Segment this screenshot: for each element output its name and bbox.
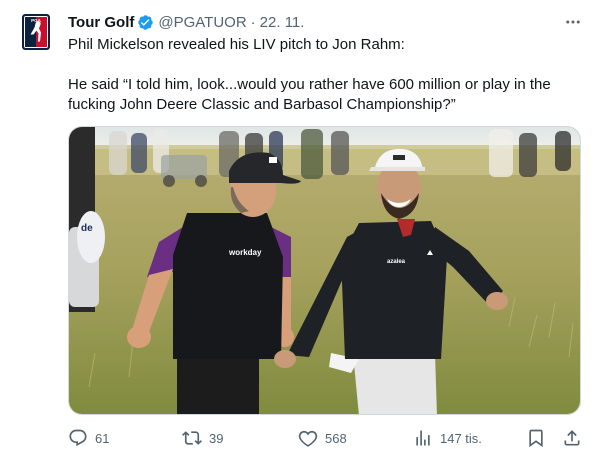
retweet-button[interactable]: 39 xyxy=(182,426,223,450)
tweet-actions-bar: 61 39 568 147 tis. xyxy=(68,426,584,450)
vest-logo-text: workday xyxy=(228,248,262,257)
header-separator: · xyxy=(250,13,256,31)
share-button[interactable] xyxy=(562,426,582,450)
reply-count: 61 xyxy=(95,430,110,446)
bag-text: de xyxy=(81,223,93,234)
bookmark-icon xyxy=(529,429,543,448)
reply-icon xyxy=(69,429,87,447)
tweet-text: Phil Mickelson revealed his LIV pitch to… xyxy=(68,35,578,115)
pga-tour-logo-icon: PGA xyxy=(22,14,50,50)
tweet-text-line-2: He said “I told him, look...would you ra… xyxy=(68,76,551,113)
tweet-card[interactable]: PGA Tour Golf @PGATUOR · 22. 11. Phil Mi… xyxy=(0,0,598,460)
like-button[interactable]: 568 xyxy=(298,426,347,450)
retweet-count: 39 xyxy=(209,430,224,446)
share-icon xyxy=(564,430,580,446)
like-icon xyxy=(298,430,318,447)
author-display-name[interactable]: Tour Golf xyxy=(68,14,134,31)
jacket-logo-text: azalea xyxy=(387,259,406,265)
tweet-text-line-1: Phil Mickelson revealed his LIV pitch to… xyxy=(68,36,405,53)
tweet-header: Tour Golf @PGATUOR · 22. 11. xyxy=(68,12,304,32)
views-icon xyxy=(416,430,430,446)
more-dots-icon xyxy=(566,20,580,24)
retweet-icon xyxy=(182,431,202,445)
more-options-button[interactable] xyxy=(562,12,584,32)
author-avatar[interactable]: PGA xyxy=(22,14,50,50)
tweet-media-photo[interactable]: de workday azalea xyxy=(68,126,581,415)
views-count: 147 tis. xyxy=(440,430,482,446)
like-count: 568 xyxy=(325,430,347,446)
avatar-logo-text: PGA xyxy=(31,18,42,23)
author-handle[interactable]: @PGATUOR xyxy=(158,14,246,31)
verified-badge-icon[interactable] xyxy=(137,14,154,31)
bookmark-button[interactable] xyxy=(526,426,546,450)
reply-button[interactable]: 61 xyxy=(68,426,109,450)
views-button[interactable]: 147 tis. xyxy=(413,426,482,450)
tweet-date[interactable]: 22. 11. xyxy=(260,14,305,31)
